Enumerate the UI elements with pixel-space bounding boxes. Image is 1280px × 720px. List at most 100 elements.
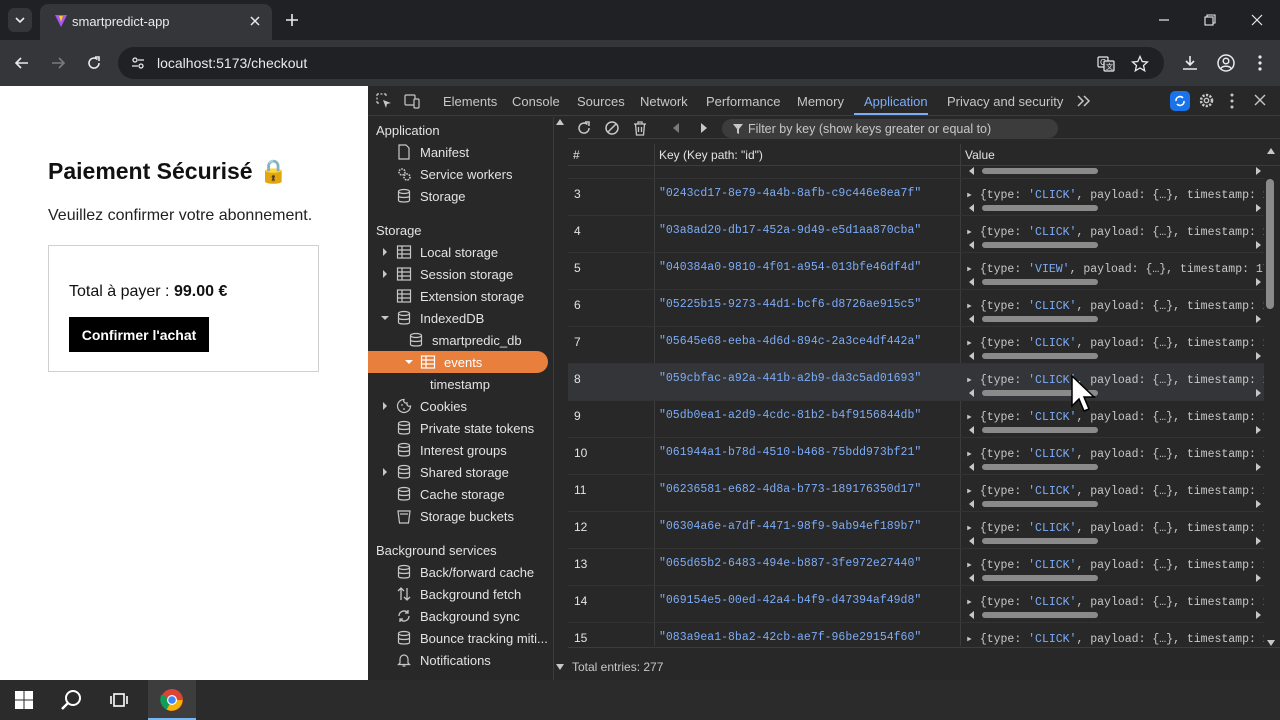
- scroll-right-arrow-icon[interactable]: [1254, 241, 1262, 249]
- scroll-right-arrow-icon[interactable]: [1254, 315, 1262, 323]
- expand-arrow-icon[interactable]: ▸: [966, 411, 980, 424]
- row-value[interactable]: ▸ {type: 'CLICK', payload: {…}, timestam…: [966, 557, 1264, 572]
- scroll-left-arrow-icon[interactable]: [968, 167, 976, 175]
- row-value[interactable]: ▸ {type: 'CLICK', payload: {…}, timestam…: [966, 298, 1264, 313]
- tab-network[interactable]: Network: [640, 94, 688, 109]
- scroll-right-arrow-icon[interactable]: [1254, 574, 1262, 582]
- expand-arrow-icon[interactable]: ▸: [966, 300, 980, 313]
- tab-sources[interactable]: Sources: [577, 94, 625, 109]
- devtools-menu-icon[interactable]: [1230, 93, 1234, 109]
- scroll-right-arrow-icon[interactable]: [1254, 426, 1262, 434]
- sidebar-item-session-storage[interactable]: Session storage: [368, 263, 548, 285]
- sidebar-item-extension-storage[interactable]: Extension storage: [368, 285, 548, 307]
- scrollbar-thumb[interactable]: [982, 612, 1098, 618]
- table-row[interactable]: 15 "083a9ea1-8ba2-42cb-ae7f-96be29154f60"…: [568, 623, 1264, 646]
- sidebar-item-shared-storage[interactable]: Shared storage: [368, 461, 548, 483]
- table-row[interactable]: 14 "069154e5-00ed-42a4-b4f9-d47394af49d8"…: [568, 586, 1264, 623]
- row-value[interactable]: ▸ {type: 'CLICK', payload: {…}, timestam…: [966, 483, 1264, 498]
- tab-memory[interactable]: Memory: [797, 94, 844, 109]
- tab-console[interactable]: Console: [512, 94, 560, 109]
- scroll-right-arrow-icon[interactable]: [1254, 278, 1262, 286]
- address-bar[interactable]: localhost:5173/checkout G文: [118, 47, 1164, 79]
- sidebar-item-bounce-tracking[interactable]: Bounce tracking miti...: [368, 627, 548, 649]
- value-horizontal-scrollbar[interactable]: [968, 352, 1264, 360]
- sidebar-item-notifications[interactable]: Notifications: [368, 649, 548, 671]
- value-horizontal-scrollbar[interactable]: [968, 315, 1264, 323]
- value-horizontal-scrollbar[interactable]: [968, 574, 1264, 582]
- sidebar-item-background-sync[interactable]: Background sync: [368, 605, 548, 627]
- scrollbar-thumb[interactable]: [982, 242, 1098, 248]
- taskbar-search-button[interactable]: [48, 680, 96, 720]
- table-row[interactable]: 6 "05225b15-9273-44d1-bcf6-d8726ae915c5" ▸…: [568, 290, 1264, 327]
- new-tab-button[interactable]: [282, 10, 302, 30]
- row-value[interactable]: ▸ {type: 'CLICK', payload: {…}, timestam…: [966, 631, 1264, 646]
- sidebar-item-interest-groups[interactable]: Interest groups: [368, 439, 548, 461]
- site-info-icon[interactable]: [130, 55, 146, 71]
- value-horizontal-scrollbar[interactable]: [968, 463, 1264, 471]
- sidebar-item-cookies[interactable]: Cookies: [368, 395, 548, 417]
- row-value[interactable]: ▸ {type: 'CLICK', payload: {…}, timestam…: [966, 224, 1264, 239]
- table-row[interactable]: 3 "0243cd17-8e79-4a4b-8afb-c9c446e8ea7f" ▸…: [568, 179, 1264, 216]
- scroll-left-arrow-icon[interactable]: [968, 500, 976, 508]
- scrollbar-thumb[interactable]: [982, 427, 1098, 433]
- value-horizontal-scrollbar[interactable]: [968, 241, 1264, 249]
- sidebar-item-bfcache[interactable]: Back/forward cache: [368, 561, 548, 583]
- sidebar-item-storage-overview[interactable]: Storage: [368, 185, 548, 207]
- device-toolbar-icon[interactable]: [404, 93, 420, 109]
- collapse-arrow-icon[interactable]: [404, 357, 414, 367]
- next-page-icon[interactable]: [695, 119, 713, 137]
- tab-application[interactable]: Application: [864, 94, 928, 109]
- clear-icon[interactable]: [603, 119, 621, 137]
- translate-icon[interactable]: G文: [1096, 55, 1116, 73]
- scroll-right-arrow-icon[interactable]: [1254, 167, 1262, 175]
- table-row[interactable]: 2"01fb29fe-8ad0-4299-89fb-49dc01b17629"▸…: [568, 166, 1264, 179]
- value-horizontal-scrollbar[interactable]: [968, 278, 1264, 286]
- value-horizontal-scrollbar[interactable]: [968, 611, 1264, 619]
- scroll-right-arrow-icon[interactable]: [1254, 463, 1262, 471]
- sidebar-item-local-storage[interactable]: Local storage: [368, 241, 548, 263]
- expand-arrow-icon[interactable]: ▸: [966, 263, 980, 276]
- chrome-taskbar-button[interactable]: [148, 680, 196, 720]
- expand-arrow-icon[interactable]: ▸: [966, 189, 980, 202]
- back-button[interactable]: [10, 51, 34, 75]
- row-value[interactable]: ▸ {type: 'CLICK', payload: {…}, timestam…: [966, 409, 1264, 424]
- value-horizontal-scrollbar[interactable]: [968, 500, 1264, 508]
- scroll-right-arrow-icon[interactable]: [1254, 537, 1262, 545]
- sync-status-icon[interactable]: [1170, 91, 1190, 111]
- expand-arrow-icon[interactable]: ▸: [966, 485, 980, 498]
- scroll-right-arrow-icon[interactable]: [1254, 500, 1262, 508]
- collapse-arrow-icon[interactable]: [380, 313, 390, 323]
- scroll-left-arrow-icon[interactable]: [968, 278, 976, 286]
- confirm-purchase-button[interactable]: Confirmer l'achat: [69, 317, 209, 352]
- task-view-button[interactable]: [96, 680, 144, 720]
- expand-arrow-icon[interactable]: ▸: [966, 559, 980, 572]
- row-value[interactable]: ▸ {type: 'VIEW', payload: {…}, timestamp…: [966, 261, 1264, 276]
- row-value[interactable]: ▸ {type: 'CLICK', payload: {…}, timestam…: [966, 520, 1264, 535]
- scroll-left-arrow-icon[interactable]: [968, 426, 976, 434]
- delete-icon[interactable]: [631, 119, 649, 137]
- expand-arrow-icon[interactable]: [380, 467, 390, 477]
- table-row[interactable]: 4 "03a8ad20-db17-452a-9d49-e5d1aa870cba" ▸…: [568, 216, 1264, 253]
- refresh-icon[interactable]: [575, 119, 593, 137]
- sidebar-item-timestamp-index[interactable]: timestamp: [368, 373, 548, 395]
- scroll-left-arrow-icon[interactable]: [968, 352, 976, 360]
- scroll-right-arrow-icon[interactable]: [1254, 352, 1262, 360]
- scroll-left-arrow-icon[interactable]: [968, 611, 976, 619]
- scroll-left-arrow-icon[interactable]: [968, 574, 976, 582]
- sidebar-item-service-workers[interactable]: Service workers: [368, 163, 548, 185]
- scrollbar-thumb[interactable]: [982, 501, 1098, 507]
- more-tabs-icon[interactable]: [1076, 94, 1092, 108]
- scroll-left-arrow-icon[interactable]: [968, 537, 976, 545]
- tab-search-button[interactable]: [8, 8, 32, 32]
- scroll-left-arrow-icon[interactable]: [968, 241, 976, 249]
- column-header-number[interactable]: #: [573, 148, 580, 162]
- table-row[interactable]: 11 "06236581-e682-4d8a-b773-189176350d17"…: [568, 475, 1264, 512]
- expand-arrow-icon[interactable]: ▸: [966, 226, 980, 239]
- profile-button[interactable]: [1214, 51, 1238, 75]
- row-value[interactable]: ▸ {type: 'CLICK', payload: {…}, timestam…: [966, 335, 1264, 350]
- expand-arrow-icon[interactable]: ▸: [966, 633, 980, 646]
- column-header-key[interactable]: Key (Key path: "id"): [659, 148, 763, 162]
- expand-arrow-icon[interactable]: [380, 269, 390, 279]
- restore-button[interactable]: [1196, 8, 1224, 32]
- scrollbar-thumb[interactable]: [982, 168, 1098, 174]
